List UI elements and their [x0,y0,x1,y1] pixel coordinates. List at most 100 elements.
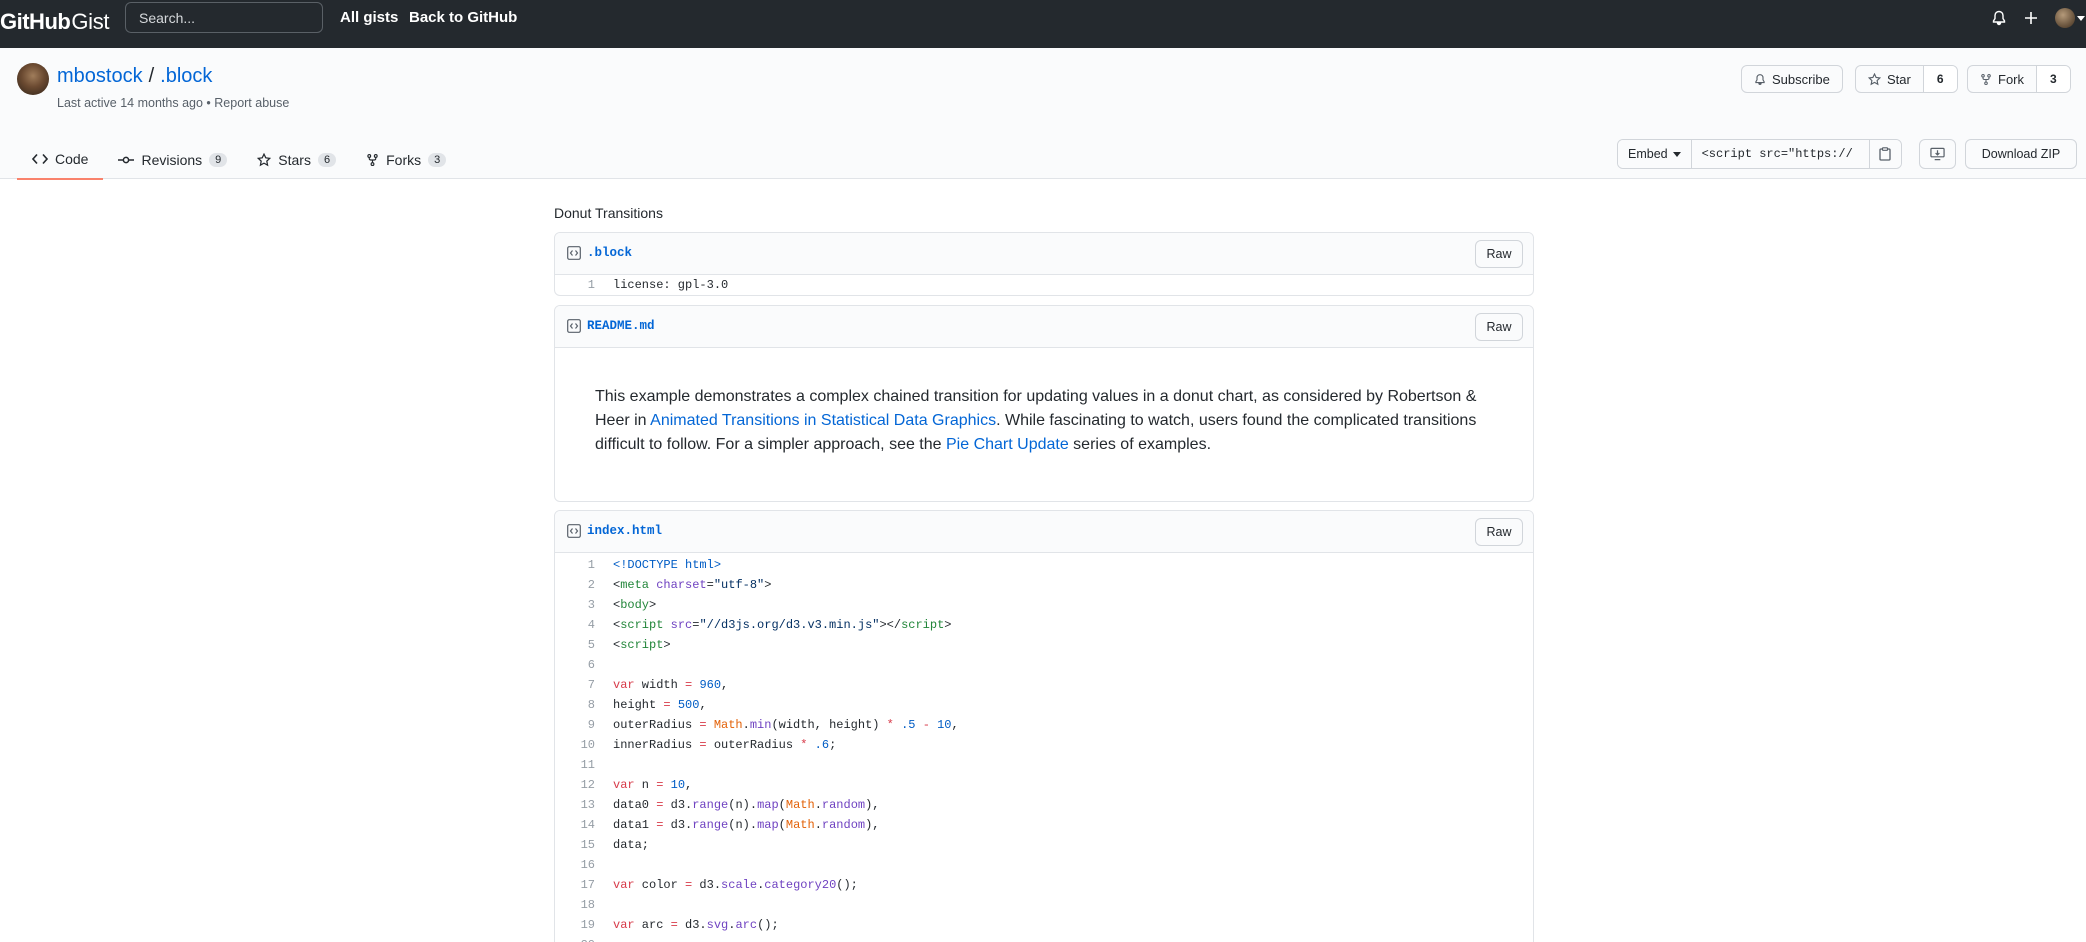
fork-count[interactable]: 3 [2036,66,2070,92]
all-gists-link[interactable]: All gists [340,9,398,26]
bell-icon[interactable] [1988,7,2010,29]
plus-icon[interactable] [2020,7,2042,29]
file-index-html: index.html Raw 1 <!DOCTYPE html> 2 <meta c… [554,510,1534,942]
pie-chart-update-link[interactable]: Pie Chart Update [946,436,1069,453]
tab-revisions-label: Revisions [141,152,203,168]
download-zip-button[interactable]: Download ZIP [1965,139,2077,169]
tab-code[interactable]: Code [17,140,104,180]
fork-button[interactable]: Fork [1968,66,2036,92]
line-number[interactable]: 13 [555,795,595,815]
line-number[interactable]: 11 [555,755,595,775]
line-number[interactable]: 16 [555,855,595,875]
line-content: data1 = d3.range(n).map(Math.random), [613,818,880,832]
clipboard-icon[interactable] [1868,140,1901,168]
tab-stars[interactable]: Stars 6 [242,140,351,180]
raw-button[interactable]: Raw [1475,313,1523,341]
subscribe-button[interactable]: Subscribe [1741,65,1843,93]
line-number[interactable]: 10 [555,735,595,755]
line-number[interactable]: 9 [555,715,595,735]
line-content [595,755,613,775]
code-icon [32,153,48,165]
code-line: 8 height = 500, [555,695,1533,715]
line-number[interactable]: 19 [555,915,595,935]
line-number[interactable]: 1 [555,555,595,575]
line-number[interactable]: 15 [555,835,595,855]
line-content: license: gpl-3.0 [613,278,729,292]
user-avatar[interactable] [2055,8,2075,28]
file-name-link[interactable]: .block [587,246,632,260]
embed-url-input[interactable] [1691,140,1869,168]
line-number[interactable]: 3 [555,595,595,615]
title-separator: / [148,65,155,87]
file-name-link[interactable]: index.html [587,524,662,538]
code-block: 1 <!DOCTYPE html> 2 <meta charset="utf-8">… [555,553,1533,942]
back-to-github-link[interactable]: Back to GitHub [409,9,517,26]
file-header: index.html Raw [555,511,1533,553]
code-block: 1 license: gpl-3.0 [555,275,1533,295]
github-gist-logo[interactable]: GitHub Gist [0,9,110,35]
tab-forks[interactable]: Forks 3 [351,140,461,180]
raw-button[interactable]: Raw [1475,240,1523,268]
file-name-link[interactable]: README.md [587,319,655,333]
embed-select[interactable]: Embed [1618,140,1692,168]
line-content: var n = 10, [613,778,693,792]
owner-link[interactable]: mbostock [57,65,143,87]
star-count[interactable]: 6 [1922,66,1957,92]
author-avatar[interactable] [17,63,49,95]
line-number[interactable]: 5 [555,635,595,655]
raw-button[interactable]: Raw [1475,518,1523,546]
code-line: 15 data; [555,835,1533,855]
tab-revisions[interactable]: Revisions 9 [103,140,242,180]
line-number[interactable]: 6 [555,655,595,675]
code-line: 5 <script> [555,635,1533,655]
line-content: var color = d3.scale.category20(); [613,878,858,892]
open-desktop-button[interactable] [1919,139,1956,169]
code-line: 16 [555,855,1533,875]
fork-icon [367,153,378,167]
chevron-down-icon[interactable] [2077,16,2085,21]
line-number[interactable]: 20 [555,935,595,942]
line-number[interactable]: 7 [555,675,595,695]
logo-github-text: GitHub [0,9,71,34]
bell-icon [1755,73,1765,85]
line-number[interactable]: 12 [555,775,595,795]
caret-down-icon [1672,151,1681,157]
file-header: README.md Raw [555,306,1533,348]
animated-transitions-link[interactable]: Animated Transitions in Statistical Data… [650,412,996,429]
line-number[interactable]: 4 [555,615,595,635]
search-input[interactable] [125,2,323,33]
last-active-text: Last active 14 months ago [57,96,203,110]
code-line: 11 [555,755,1533,775]
gist-title: mbostock / .block [57,65,212,88]
fork-icon [1981,73,1991,85]
line-number[interactable]: 2 [555,575,595,595]
line-content [595,895,613,915]
star-icon [1868,72,1881,85]
report-abuse-link[interactable]: Report abuse [214,96,289,110]
code-line: 1 <!DOCTYPE html> [555,555,1533,575]
code-line: 10 innerRadius = outerRadius * .6; [555,735,1533,755]
star-button-group: Star 6 [1855,65,1958,93]
line-content: data0 = d3.range(n).map(Math.random), [613,798,880,812]
line-content: outerRadius = Math.min(width, height) * … [613,718,959,732]
gist-name-link[interactable]: .block [160,65,212,87]
code-line: 2 <meta charset="utf-8"> [555,575,1533,595]
tab-forks-label: Forks [386,152,422,168]
fork-label: Fork [1998,71,2024,87]
line-number[interactable]: 14 [555,815,595,835]
line-content: var arc = d3.svg.arc(); [613,918,779,932]
line-number[interactable]: 8 [555,695,595,715]
line-content [595,935,613,942]
line-number[interactable]: 18 [555,895,595,915]
commit-icon [118,156,135,164]
line-number[interactable]: 1 [555,275,595,295]
file-code-icon [567,319,581,333]
line-content [595,655,613,675]
line-number[interactable]: 17 [555,875,595,895]
stars-count: 6 [317,153,337,167]
subscribe-button-inner[interactable]: Subscribe [1742,66,1842,92]
code-line: 20 [555,935,1533,942]
tab-stars-label: Stars [278,152,311,168]
star-button[interactable]: Star [1856,66,1923,92]
code-line: 17 var color = d3.scale.category20(); [555,875,1533,895]
